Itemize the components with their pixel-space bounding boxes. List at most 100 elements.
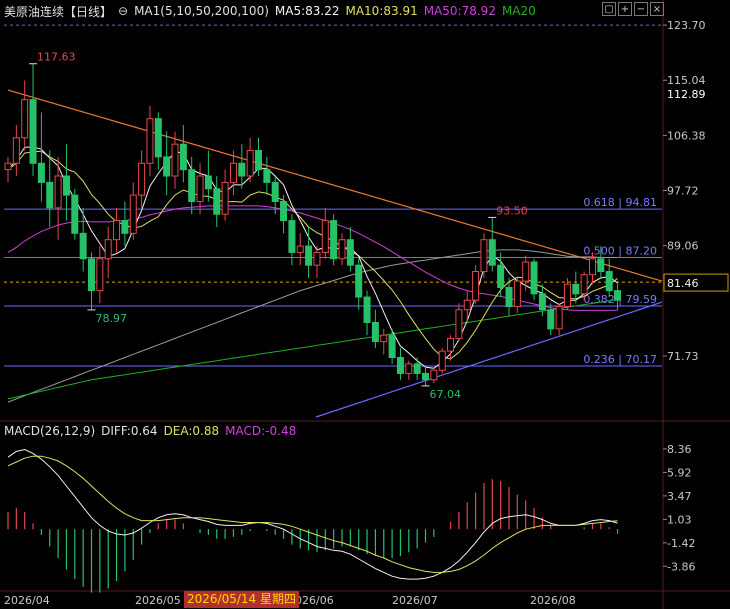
zoom-out-icon[interactable]: − [634,2,648,16]
x-tick-label: 2026/08 [530,594,576,607]
price-chart[interactable]: 123.70 115.04 106.38 97.72 89.06 71.73 112.89 0… [0,0,730,609]
candle-body [422,372,429,381]
candle-body [71,194,79,234]
candle-body [113,220,121,241]
candle-body [296,245,304,253]
candle-body [288,220,296,253]
last-marker-label: 112.89 [667,88,706,101]
candle-body [271,181,279,202]
fib-label: 0.618 | 94.81 [583,196,657,209]
y-tick-label: 106.38 [667,129,706,142]
current-price-label: 81.46 [667,277,699,290]
candle-body [338,239,346,260]
candle-body [4,162,12,171]
candle-body [188,169,196,202]
y-tick-label: 71.73 [667,350,699,363]
candle-body [204,175,212,190]
candle-body [12,137,20,164]
y-tick-label: 123.70 [667,19,706,32]
zoom-in-icon[interactable]: + [618,2,632,16]
close-icon[interactable]: × [650,2,664,16]
macd-tick-label: 3.47 [667,490,692,503]
candle-body [605,271,613,292]
settings-circle-icon[interactable]: ⊖ [118,4,128,18]
candle-body [138,162,146,196]
candle-body [104,239,112,260]
candle-body [313,251,321,266]
candle-body [321,220,329,253]
chart-header: 美原油连续【日线】 ⊖ MA1(5,10,50,200,100) MA5:83.… [4,3,542,19]
candle-body [163,156,171,177]
ma5-value: MA5:83.22 [274,4,340,18]
candle-body [472,271,480,301]
candle-body [405,363,413,374]
candle-body [221,181,229,215]
instrument-title[interactable]: 美原油连续【日线】 [4,3,112,20]
candle-body [513,280,521,308]
y-tick-label: 97.72 [667,185,699,198]
macd-label[interactable]: MACD(26,12,9) [4,424,95,438]
y-tick-label: 115.04 [667,74,706,87]
candle-body [505,286,513,308]
candle-body [580,274,588,295]
candle-body [563,283,571,308]
x-tick-label: 2026/04 [4,594,50,607]
ma10-value: MA10:83.91 [345,4,418,18]
candle-body [280,200,288,222]
candle-body [179,143,187,171]
candle-body [238,162,246,177]
candle-body [355,264,363,298]
ma50-value: MA50:78.92 [423,4,496,18]
macd-diff-value: DIFF:0.64 [101,424,158,438]
candle-body [363,296,371,323]
april-low-annotation: 78.97 [96,312,128,325]
x-tick-label: 2026/07 [392,594,438,607]
candle-body [455,309,463,339]
candle-body [263,169,271,183]
candle-body [522,261,530,282]
candle-body [129,194,137,234]
macd-tick-label: 1.03 [667,513,692,526]
candle-body [346,239,354,266]
macd-tick-label: 8.36 [667,443,692,456]
candle-body [146,118,154,164]
candle-body [614,290,622,301]
candle-body [246,150,254,177]
candle-body [430,369,438,381]
drawing-tool-icon[interactable]: ▢ [602,2,616,16]
candle-body [371,321,379,343]
candle-body [396,357,404,374]
candle-body [229,162,237,183]
macd-hist-value: MACD:-0.48 [225,424,297,438]
june-low-annotation: 67.04 [430,388,462,401]
chart-toolbar: ▢ + − × [602,2,664,16]
candle-body [413,363,421,374]
candle-body [213,188,221,215]
ma-label[interactable]: MA1(5,10,50,200,100) [134,4,269,18]
macd-tick-label: 5.92 [667,466,692,479]
ma20-value: MA20 [501,4,536,18]
candle-body [171,143,179,177]
candle-body [438,350,446,371]
candle-body [255,150,262,171]
candle-body [88,258,95,292]
fib-label: 0.500 | 87.20 [583,245,657,258]
candle-body [154,118,162,158]
candle-body [388,334,396,359]
candle-body [96,258,104,292]
candle-body [380,334,388,343]
candle-body [46,181,54,209]
x-tick-label: 2026/05 [135,594,181,607]
candle-body [196,175,204,202]
candle-body [547,309,555,330]
candle-body [54,175,62,209]
candle-body [62,175,70,196]
candle-body [447,337,455,352]
candle-body [21,99,29,139]
candle-body [305,245,313,266]
candle-body [530,261,538,295]
candle-body [330,220,338,260]
high-annotation: 117.63 [37,51,76,64]
candle-body [497,264,505,288]
candle-body [79,232,87,260]
